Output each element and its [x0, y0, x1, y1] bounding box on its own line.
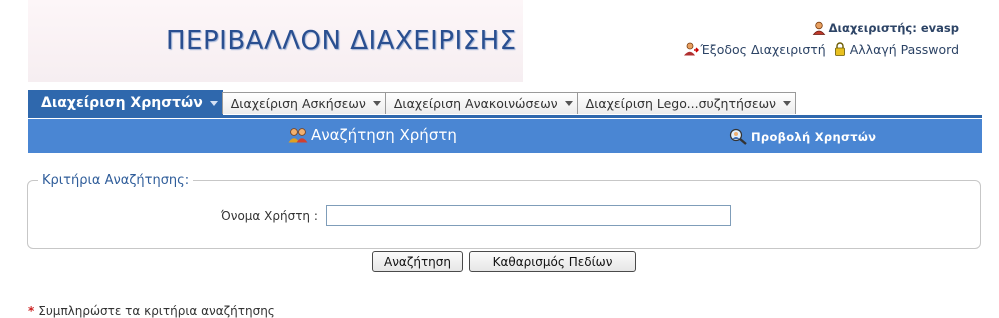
chevron-down-icon — [209, 100, 218, 106]
header-banner: ΠΕΡΙΒΑΛΛΟΝ ΔΙΑΧΕΙΡΙΣΗΣ — [28, 0, 523, 82]
logout-link[interactable]: Έξοδος Διαχειριστή — [700, 42, 825, 57]
footer-note: * Συμπληρώστε τα κριτήρια αναζήτησης — [28, 304, 275, 318]
view-users-link[interactable]: Προβολή Χρηστών — [728, 128, 876, 145]
change-password-link[interactable]: Αλλαγή Password — [850, 42, 959, 57]
view-users-label: Προβολή Χρηστών — [751, 129, 877, 144]
tab-user-management[interactable]: Διαχείριση Χρηστών — [28, 90, 223, 115]
logout-icon — [683, 42, 700, 56]
username-label: Όνομα Χρήστη : — [221, 209, 318, 223]
footer-note-text: Συμπληρώστε τα κριτήρια αναζήτησης — [38, 304, 275, 318]
tab-label: Διαχείριση Χρηστών — [41, 95, 203, 111]
clear-fields-button[interactable]: Καθαρισμός Πεδίων — [469, 251, 636, 272]
search-button[interactable]: Αναζήτηση — [372, 251, 463, 272]
search-criteria-legend: Κριτήρια Αναζήτησης: — [38, 173, 194, 188]
tab-label: Διαχείριση Lego...συζητήσεων — [585, 96, 777, 111]
tab-announcement-management[interactable]: Διαχείριση Ανακοινώσεων — [384, 92, 578, 114]
users-icon — [288, 127, 308, 143]
search-criteria-fieldset: Κριτήρια Αναζήτησης: Όνομα Χρήστη : — [27, 173, 981, 249]
tab-lego-discussion-management[interactable]: Διαχείριση Lego...συζητήσεων — [576, 92, 797, 114]
magnifier-user-icon — [728, 128, 748, 145]
tab-label: Διαχείριση Ασκήσεων — [230, 96, 366, 111]
search-user-link[interactable]: Αναζήτηση Χρήστη — [288, 126, 457, 144]
tab-label: Διαχείριση Ανακοινώσεων — [393, 96, 558, 111]
chevron-down-icon — [372, 101, 381, 106]
app-title: ΠΕΡΙΒΑΛΛΟΝ ΔΙΑΧΕΙΡΙΣΗΣ — [166, 26, 517, 56]
admin-user-icon — [812, 21, 826, 35]
chevron-down-icon — [783, 101, 792, 106]
search-user-label: Αναζήτηση Χρήστη — [311, 126, 457, 144]
lock-icon — [833, 42, 847, 56]
admin-username: Διαχειριστής: evasp — [828, 20, 959, 35]
chevron-down-icon — [564, 101, 573, 106]
submenu-bar: Αναζήτηση Χρήστη Προβολή Χρηστών — [28, 119, 982, 153]
required-marker: * — [28, 304, 35, 318]
tab-exercise-management[interactable]: Διαχείριση Ασκήσεων — [221, 92, 386, 114]
tab-underline — [28, 115, 982, 118]
user-panel: Διαχειριστής: evasp Έξοδος Διαχειριστή Α… — [683, 19, 959, 59]
main-tabs: Διαχείριση Χρηστών Διαχείριση Ασκήσεων Δ… — [28, 90, 797, 115]
username-input[interactable] — [326, 205, 731, 226]
